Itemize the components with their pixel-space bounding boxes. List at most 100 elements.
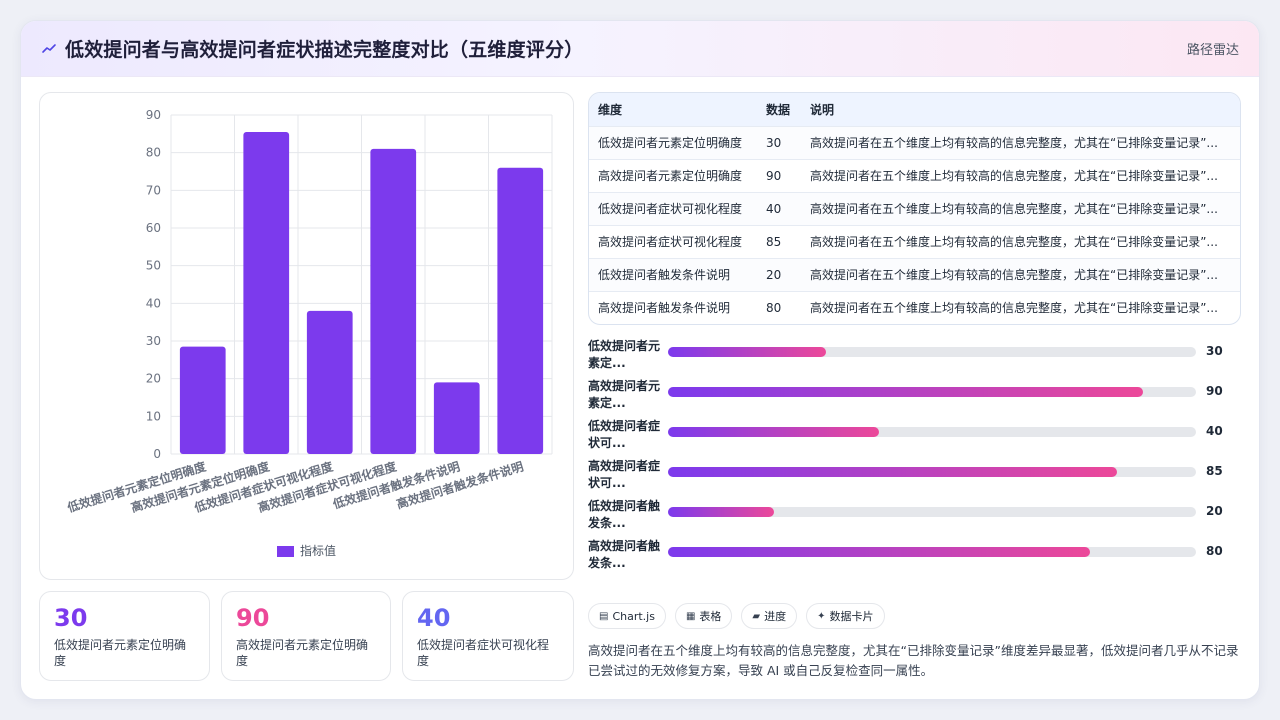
- progress-track: [668, 547, 1196, 557]
- progress-row: 高效提问者元素定... 90: [588, 378, 1241, 418]
- progress-label: 高效提问者症状可...: [588, 459, 661, 490]
- stat-card-1: 30 低效提问者元素定位明确度: [39, 591, 210, 681]
- progress-label: 低效提问者元素定...: [588, 339, 661, 370]
- chip-chartjs[interactable]: ▤ Chart.js: [588, 603, 666, 629]
- bar[interactable]: [243, 131, 290, 454]
- sparkle-icon: ✦: [817, 610, 826, 622]
- stat-value: 40: [417, 604, 451, 632]
- cell-value: 40: [757, 191, 801, 225]
- summary-text: 高效提问者在五个维度上均有较高的信息完整度，尤其在“已排除变量记录”维度差异最显…: [588, 643, 1239, 678]
- progress-fill: [668, 507, 774, 517]
- progress-value: 20: [1206, 504, 1223, 518]
- progress-value: 90: [1206, 384, 1223, 398]
- column-header-description[interactable]: 说明: [801, 93, 1240, 126]
- stat-value: 90: [236, 604, 270, 632]
- cell-value: 80: [757, 290, 801, 324]
- trend-line-icon: [41, 41, 57, 57]
- cell-value: 30: [757, 125, 801, 159]
- cell-dimension: 高效提问者元素定位明确度: [589, 158, 757, 192]
- data-table-card: 维度 数据 说明 低效提问者元素定位明确度 30 高效提问者在五个维度上均有较高…: [588, 92, 1241, 325]
- title-wrap: 低效提问者与高效提问者症状描述完整度对比（五维度评分）: [41, 35, 583, 62]
- chart-icon: ▤: [599, 610, 609, 622]
- progress-track: [668, 427, 1196, 437]
- table-icon: ▦: [685, 610, 696, 622]
- cell-description: 高效提问者在五个维度上均有较高的信息完整度，尤其在“已排除变量记录”...: [801, 224, 1240, 258]
- progress-track: [668, 467, 1196, 477]
- y-tick-label: 40: [146, 296, 161, 310]
- stat-value: 30: [54, 604, 88, 632]
- progress-label: 低效提问者触发条...: [588, 499, 661, 530]
- cell-description: 高效提问者在五个维度上均有较高的信息完整度，尤其在“已排除变量记录”...: [801, 290, 1240, 324]
- stat-card-2: 90 高效提问者元素定位明确度: [221, 591, 391, 681]
- stat-label: 低效提问者症状可视化程度: [417, 638, 550, 668]
- progress-value: 85: [1206, 464, 1223, 478]
- progress-row: 低效提问者触发条... 20: [588, 498, 1241, 538]
- progress-fill: [668, 427, 880, 437]
- cell-dimension: 高效提问者症状可视化程度: [589, 224, 757, 258]
- progress-track: [668, 347, 1196, 357]
- table-row: 高效提问者元素定位明确度 90 高效提问者在五个维度上均有较高的信息完整度，尤其…: [589, 158, 1240, 192]
- progress-list: 低效提问者元素定... 30 高效提问者元素定... 90 低效提问者症状可..…: [588, 338, 1241, 578]
- chip-label: 表格: [699, 610, 722, 623]
- cell-value: 20: [757, 257, 801, 291]
- progress-value: 80: [1206, 544, 1223, 558]
- table-row: 低效提问者症状可视化程度 40 高效提问者在五个维度上均有较高的信息完整度，尤其…: [589, 191, 1240, 225]
- progress-row: 高效提问者触发条... 80: [588, 538, 1241, 578]
- table-row: 高效提问者症状可视化程度 85 高效提问者在五个维度上均有较高的信息完整度，尤其…: [589, 224, 1240, 258]
- cell-description: 高效提问者在五个维度上均有较高的信息完整度，尤其在“已排除变量记录”...: [801, 125, 1240, 159]
- header: 低效提问者与高效提问者症状描述完整度对比（五维度评分） 路径雷达: [21, 21, 1259, 77]
- cell-description: 高效提问者在五个维度上均有较高的信息完整度，尤其在“已排除变量记录”...: [801, 257, 1240, 291]
- chip-label: 数据卡片: [829, 610, 874, 623]
- y-tick-label: 10: [146, 409, 161, 423]
- y-tick-label: 20: [146, 372, 161, 386]
- progress-row: 低效提问者元素定... 30: [588, 338, 1241, 378]
- table-row: 高效提问者触发条件说明 80 高效提问者在五个维度上均有较高的信息完整度，尤其在…: [589, 290, 1240, 324]
- chip-data-cards[interactable]: ✦ 数据卡片: [806, 603, 885, 629]
- bar[interactable]: [370, 148, 417, 454]
- bar[interactable]: [433, 382, 480, 454]
- stat-label: 高效提问者元素定位明确度: [236, 638, 369, 668]
- y-tick-label: 0: [153, 447, 161, 461]
- bar[interactable]: [179, 346, 226, 454]
- page-title: 低效提问者与高效提问者症状描述完整度对比（五维度评分）: [65, 39, 584, 61]
- progress-track: [668, 387, 1196, 397]
- legend-label: 指标值: [300, 543, 336, 558]
- y-tick-label: 80: [146, 146, 161, 160]
- bar[interactable]: [306, 310, 353, 454]
- progress-fill: [668, 387, 1144, 397]
- table-row: 低效提问者元素定位明确度 30 高效提问者在五个维度上均有较高的信息完整度，尤其…: [589, 125, 1240, 159]
- cell-description: 高效提问者在五个维度上均有较高的信息完整度，尤其在“已排除变量记录”...: [801, 191, 1240, 225]
- cell-value: 85: [757, 224, 801, 258]
- chip-label: Chart.js: [612, 609, 655, 623]
- bar-chart-card: 0 10 20 30 40 50 60 70 80 90 低效提问者元素定位明确度 高效提问者元素定…: [39, 92, 574, 580]
- y-tick-label: 50: [146, 259, 161, 273]
- column-header-data[interactable]: 数据: [757, 93, 801, 126]
- tech-chips: ▤ Chart.js ▦ 表格 ▰ 进度 ✦ 数据卡片: [588, 603, 885, 629]
- progress-track: [668, 507, 1196, 517]
- bar[interactable]: [497, 167, 544, 454]
- chip-progress[interactable]: ▰ 进度: [741, 603, 798, 629]
- column-header-dimension[interactable]: 维度: [589, 93, 757, 126]
- cell-dimension: 低效提问者症状可视化程度: [589, 191, 757, 225]
- progress-icon: ▰: [752, 610, 761, 622]
- chip-label: 进度: [764, 610, 787, 623]
- progress-fill: [668, 347, 827, 357]
- y-tick-label: 30: [146, 334, 161, 348]
- stat-card-3: 40 低效提问者症状可视化程度: [402, 591, 574, 681]
- cell-dimension: 低效提问者触发条件说明: [589, 257, 757, 291]
- progress-label: 高效提问者元素定...: [588, 379, 661, 410]
- chip-table[interactable]: ▦ 表格: [674, 603, 733, 629]
- progress-label: 高效提问者触发条...: [588, 539, 661, 570]
- cell-dimension: 低效提问者元素定位明确度: [589, 125, 757, 159]
- y-tick-label: 60: [146, 221, 161, 235]
- cell-value: 90: [757, 158, 801, 192]
- progress-row: 高效提问者症状可... 85: [588, 458, 1241, 498]
- progress-value: 30: [1206, 344, 1223, 358]
- table-row: 低效提问者触发条件说明 20 高效提问者在五个维度上均有较高的信息完整度，尤其在…: [589, 257, 1240, 291]
- cell-dimension: 高效提问者触发条件说明: [589, 290, 757, 324]
- progress-value: 40: [1206, 424, 1223, 438]
- progress-label: 低效提问者症状可...: [588, 419, 661, 450]
- progress-row: 低效提问者症状可... 40: [588, 418, 1241, 458]
- path-radar-tag[interactable]: 路径雷达: [1187, 39, 1239, 58]
- y-tick-label: 70: [146, 183, 161, 197]
